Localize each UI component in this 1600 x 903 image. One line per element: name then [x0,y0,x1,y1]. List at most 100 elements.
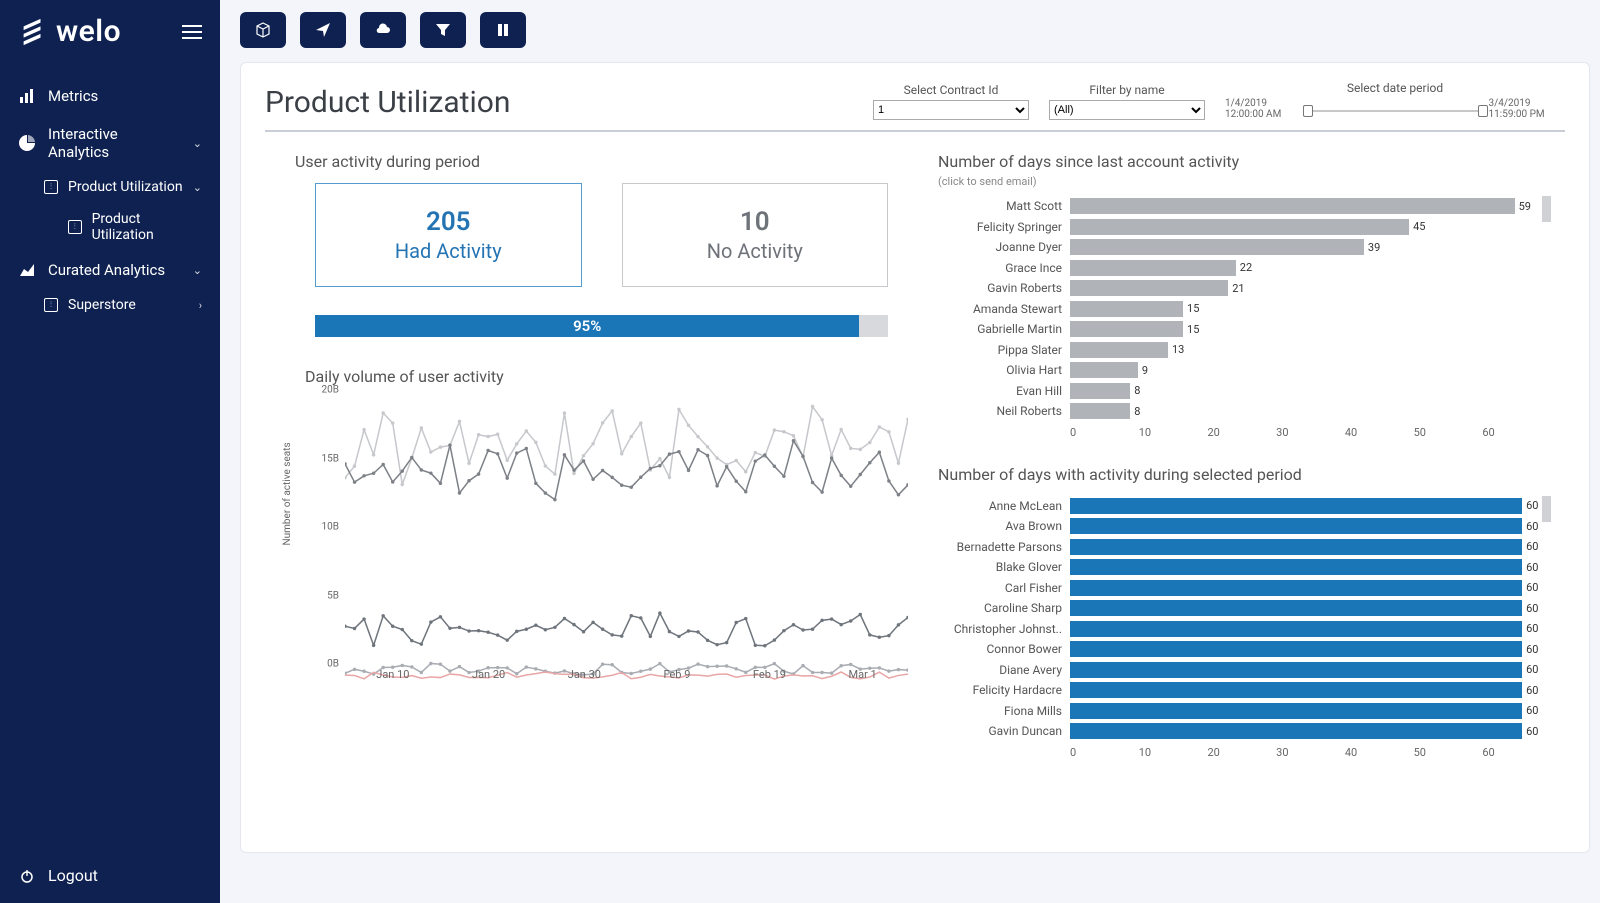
bar-track: 59 [1070,198,1551,214]
logout-button[interactable]: Logout [18,866,202,885]
kpi-label: Had Activity [395,239,502,263]
bar-row[interactable]: Caroline Sharp 60 [938,598,1551,619]
bar-row[interactable]: Felicity Hardacre60 [938,680,1551,701]
bar-fill [1070,198,1515,214]
bar-row[interactable]: Fiona Mills60 [938,701,1551,722]
bar-row[interactable]: Ava Brown60 [938,516,1551,537]
bar-fill [1070,580,1522,596]
bar-name: Neil Roberts [938,404,1070,418]
bar-row[interactable]: Matt Scott59 [938,196,1551,217]
x-tick: Feb 9 [664,668,691,688]
toolbar-filter-button[interactable] [420,12,466,48]
nav-product-utilization-child[interactable]: ⫶ Product Utilization [68,203,220,251]
bar-row[interactable]: Bernadette Parsons60 [938,537,1551,558]
bar-row[interactable]: Blake Glover60 [938,557,1551,578]
bar-name: Amanda Stewart [938,302,1070,316]
bar-fill [1070,641,1522,657]
nav-metrics[interactable]: Metrics [0,77,220,115]
bar-fill [1070,498,1522,514]
kpi-title: User activity during period [295,152,908,171]
report-icon: ⫶ [44,298,58,312]
line-chart[interactable]: Number of active seats 20B15B10B5B0B Jan… [301,390,908,690]
bar-row[interactable]: Connor Bower60 [938,639,1551,660]
bar-row[interactable]: Felicity Springer45 [938,217,1551,238]
bar-track: 8 [1070,403,1551,419]
brand: welo [0,0,220,57]
nav-superstore[interactable]: ⫶ Superstore › [44,289,220,321]
bar-row[interactable]: Gabrielle Martin 15 [938,319,1551,340]
bar-fill [1070,403,1130,419]
toolbar-send-button[interactable] [300,12,346,48]
y-axis-label: Number of active seats [282,442,293,545]
toolbar-cube-button[interactable] [240,12,286,48]
nav-label: Superstore [68,297,136,313]
date-slider[interactable] [1308,110,1483,112]
x-tick: 50 [1414,426,1483,439]
since-chart[interactable]: Matt Scott59Felicity Springer45Joanne Dy… [938,196,1551,422]
power-icon [18,867,36,885]
bar-name: Evan Hill [938,384,1070,398]
bar-row[interactable]: Amanda Stewart15 [938,299,1551,320]
since-title: Number of days since last account activi… [938,152,1551,171]
active-chart[interactable]: Anne McLean60Ava Brown60Bernadette Parso… [938,496,1551,742]
bar-fill [1070,280,1228,296]
x-tick: 0 [1070,746,1139,759]
bar-value: 60 [1522,703,1538,719]
bar-fill [1070,383,1130,399]
slider-thumb-left[interactable] [1303,105,1313,117]
bar-name: Caroline Sharp [938,601,1070,615]
toolbar [240,12,526,48]
bar-row[interactable]: Joanne Dyer39 [938,237,1551,258]
bar-row[interactable]: Gavin Duncan60 [938,721,1551,742]
progress-text: 95% [573,317,601,335]
bar-fill [1070,321,1183,337]
nav-product-utilization[interactable]: ⫶ Product Utilization ⌄ [44,171,220,203]
kpi-no-activity: 10 No Activity [622,183,889,287]
bar-row[interactable]: Anne McLean60 [938,496,1551,517]
bar-name: Felicity Hardacre [938,683,1070,697]
bar-value: 15 [1183,321,1199,337]
slider-thumb-right[interactable] [1478,105,1488,117]
bar-row[interactable]: Neil Roberts8 [938,401,1551,422]
x-tick: 20 [1207,746,1276,759]
bar-row[interactable]: Evan Hill8 [938,381,1551,402]
toolbar-cloud-button[interactable] [360,12,406,48]
bar-row[interactable]: Grace Ince22 [938,258,1551,279]
bar-name: Christopher Johnst.. [938,622,1070,636]
bar-track: 8 [1070,383,1551,399]
filter-label: Select date period [1347,81,1443,95]
bar-value: 60 [1522,600,1538,616]
bar-fill [1070,239,1364,255]
nav-curated-analytics[interactable]: Curated Analytics ⌄ [0,251,220,289]
toolbar-columns-button[interactable] [480,12,526,48]
bar-name: Gabrielle Martin [938,322,1070,336]
bar-value: 60 [1522,580,1538,596]
x-tick: Jan 20 [472,668,505,688]
sidebar-toggle-icon[interactable] [182,25,202,39]
bar-row[interactable]: Olivia Hart9 [938,360,1551,381]
date-to: 3/4/2019 11:59:00 PM [1489,98,1565,120]
y-tick: 15B [322,453,339,464]
bar-name: Ava Brown [938,519,1070,533]
bar-row[interactable]: Carl Fisher60 [938,578,1551,599]
bar-chart-icon [18,87,36,105]
contract-select[interactable]: 1 [873,100,1029,120]
since-subtitle: (click to send email) [938,175,1551,188]
bar-value: 60 [1522,559,1538,575]
bar-row[interactable]: Christopher Johnst..60 [938,619,1551,640]
bar-value: 45 [1409,219,1425,235]
bar-track: 13 [1070,342,1551,358]
bar-fill [1070,559,1522,575]
nav-interactive-analytics[interactable]: Interactive Analytics ⌄ [0,115,220,171]
x-tick: 30 [1276,426,1345,439]
bar-row[interactable]: Diane Avery60 [938,660,1551,681]
name-select[interactable]: (All) [1049,100,1205,120]
bar-row[interactable]: Gavin Roberts21 [938,278,1551,299]
logout-label: Logout [48,866,98,885]
bar-track: 9 [1070,362,1551,378]
x-tick: Jan 30 [568,668,601,688]
x-tick: 0 [1070,426,1139,439]
y-tick: 20B [322,385,339,396]
chevron-down-icon: ⌄ [193,137,202,150]
bar-row[interactable]: Pippa Slater13 [938,340,1551,361]
